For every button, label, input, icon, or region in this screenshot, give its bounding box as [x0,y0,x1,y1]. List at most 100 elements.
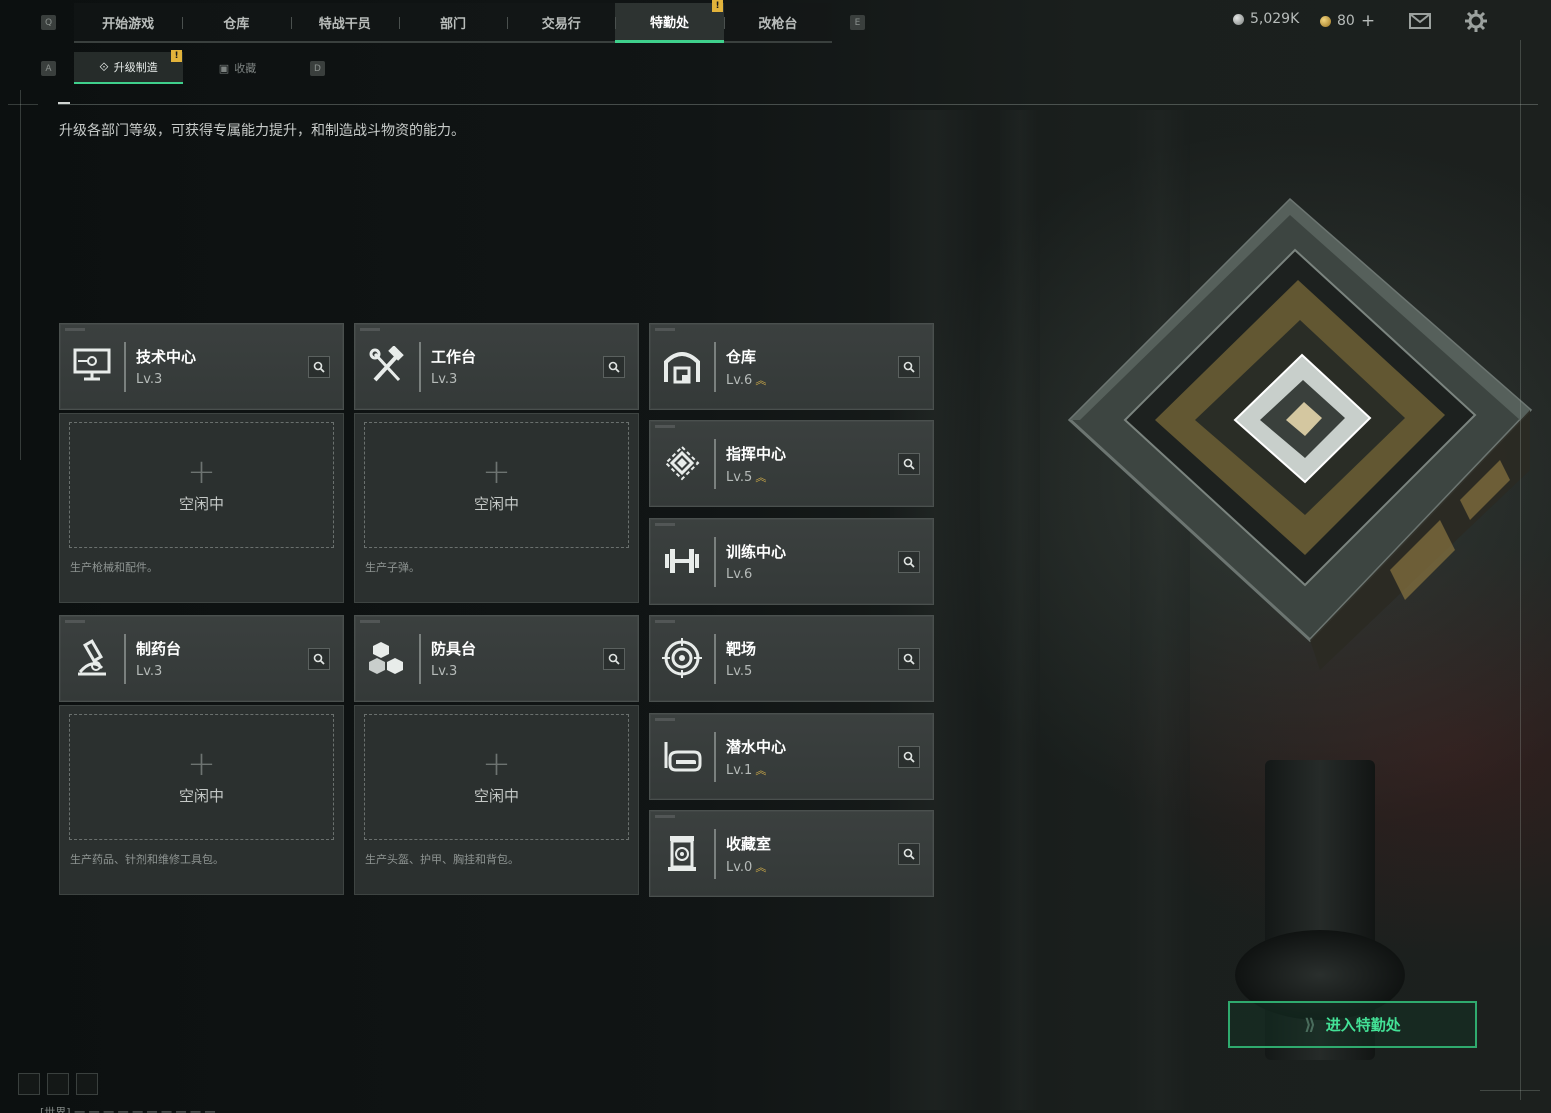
subtab-collection[interactable]: ▣ 收藏 [183,52,292,84]
search-icon [903,653,915,665]
microscope-icon [70,636,114,680]
add-icon: + [187,451,216,492]
facility-card-warehouse[interactable]: 仓库 Lv.6 ︽ [649,323,934,410]
armor-cubes-icon [365,636,409,680]
settings-gear-icon[interactable] [1465,10,1487,37]
inspect-button[interactable] [308,648,330,670]
notification-badge: ! [712,0,723,12]
slot-status: 空闲中 [473,494,519,513]
bottom-hud-slots [18,1073,98,1095]
upgrade-available-icon: ︽ [755,374,766,387]
tab-special-ops[interactable]: 特勤处 [615,3,724,43]
slot-description: 生产枪械和配件。 [70,561,158,574]
key-hint-e: E [850,15,865,30]
key-hint-q: Q [41,15,56,30]
upgrade-available-icon: ︽ [755,861,766,874]
facility-level: Lv.6 ︽ [726,372,766,388]
facility-level: Lv.0 ︽ [726,859,766,875]
search-icon [903,751,915,763]
facility-level: Lv.5 ︽ [726,469,766,485]
slot-status: 空闲中 [178,786,224,805]
page-description: 升级各部门等级，可获得专属能力提升，和制造战斗物资的能力。 [59,123,465,139]
facility-card-workbench[interactable]: 工作台 Lv.3 [354,323,639,410]
inspect-button[interactable] [898,648,920,670]
slot-status: 空闲中 [473,786,519,805]
facility-card-pharmacy[interactable]: 制药台 Lv.3 [59,615,344,702]
hud-slot[interactable] [47,1073,69,1095]
facility-name: 潜水中心 [726,738,787,756]
tab-gunsmith[interactable]: 改枪台 [723,3,832,41]
collection-icon [660,831,704,875]
inspect-button[interactable] [603,356,625,378]
mail-icon[interactable] [1409,10,1431,34]
key-hint-d: D [310,61,325,76]
facility-card-command-center[interactable]: 指挥中心 Lv.5 ︽ [649,420,934,507]
inspect-button[interactable] [898,843,920,865]
tab-operators[interactable]: 特战干员 [290,3,399,41]
facility-name: 技术中心 [136,348,197,366]
subtab-upgrade-craft[interactable]: ⟐ 升级制造 [74,52,183,84]
facility-card-armor-bench[interactable]: 防具台 Lv.3 [354,615,639,702]
upgrade-available-icon: ︽ [755,764,766,777]
special-ops-cube [1060,170,1540,670]
search-icon [608,653,620,665]
tech-center-icon [70,344,114,388]
sub-nav: ⟐ 升级制造 ▣ 收藏 [74,52,292,84]
facility-level: Lv.1 ︽ [726,762,766,778]
target-icon [660,636,704,680]
subtab-badge: ! [171,50,182,62]
facility-card-diving-center[interactable]: 潜水中心 Lv.1 ︽ [649,713,934,800]
facility-level: Lv.3 [136,664,163,679]
facility-name: 防具台 [431,640,477,658]
inspect-button[interactable] [898,356,920,378]
production-slot-workbench[interactable]: + 空闲中 生产子弹。 [354,413,639,603]
facility-name: 指挥中心 [726,445,787,463]
collection-icon: ▣ [218,61,230,75]
facility-name: 收藏室 [726,835,772,853]
search-icon [903,556,915,568]
command-icon [660,441,704,485]
enter-special-ops-button[interactable]: ⟫ 进入特勤处 [1228,1001,1477,1048]
add-currency-button[interactable]: + [1361,11,1375,31]
double-chevron-icon: ⟫ [1304,1015,1316,1034]
slot-description: 生产子弹。 [365,561,420,574]
diving-mask-icon [660,734,704,778]
inspect-button[interactable] [603,648,625,670]
silver-coin-icon [1233,13,1244,25]
chat-preview[interactable]: [世界] 一 一 一 一 一 一 一 一 一 一 [40,1104,216,1113]
facility-level: Lv.6 [726,567,753,582]
inspect-button[interactable] [898,746,920,768]
hud-slot[interactable] [76,1073,98,1095]
facility-level: Lv.3 [136,372,163,387]
upgrade-available-icon: ︽ [755,471,766,484]
key-hint-a: A [41,61,56,76]
facility-card-tech-center[interactable]: 技术中心 Lv.3 [59,323,344,410]
facility-name: 靶场 [726,640,757,658]
facility-level: Lv.3 [431,372,458,387]
tab-start-game[interactable]: 开始游戏 [74,3,182,41]
search-icon [903,848,915,860]
add-icon: + [187,743,216,784]
hud-slot[interactable] [18,1073,40,1095]
inspect-button[interactable] [898,453,920,475]
facility-name: 制药台 [136,640,182,658]
add-icon: + [482,743,511,784]
inspect-button[interactable] [308,356,330,378]
facility-card-collection-room[interactable]: 收藏室 Lv.0 ︽ [649,810,934,897]
facility-level: Lv.3 [431,664,458,679]
facility-name: 训练中心 [726,543,787,561]
tab-departments[interactable]: 部门 [398,3,507,41]
production-slot-pharmacy[interactable]: + 空闲中 生产药品、针剂和维修工具包。 [59,705,344,895]
gold-currency: 80 + [1320,11,1375,31]
production-slot-armor-bench[interactable]: + 空闲中 生产头盔、护甲、胸挂和背包。 [354,705,639,895]
facility-card-shooting-range[interactable]: 靶场 Lv.5 [649,615,934,702]
facility-card-training-center[interactable]: 训练中心 Lv.6 [649,518,934,605]
gold-coin-icon [1320,15,1331,27]
add-icon: + [482,451,511,492]
slot-description: 生产药品、针剂和维修工具包。 [70,853,224,866]
tab-warehouse[interactable]: 仓库 [182,3,290,41]
tab-trading[interactable]: 交易行 [507,3,615,41]
silver-currency: 5,029K [1233,11,1299,27]
inspect-button[interactable] [898,551,920,573]
production-slot-tech-center[interactable]: + 空闲中 生产枪械和配件。 [59,413,344,603]
